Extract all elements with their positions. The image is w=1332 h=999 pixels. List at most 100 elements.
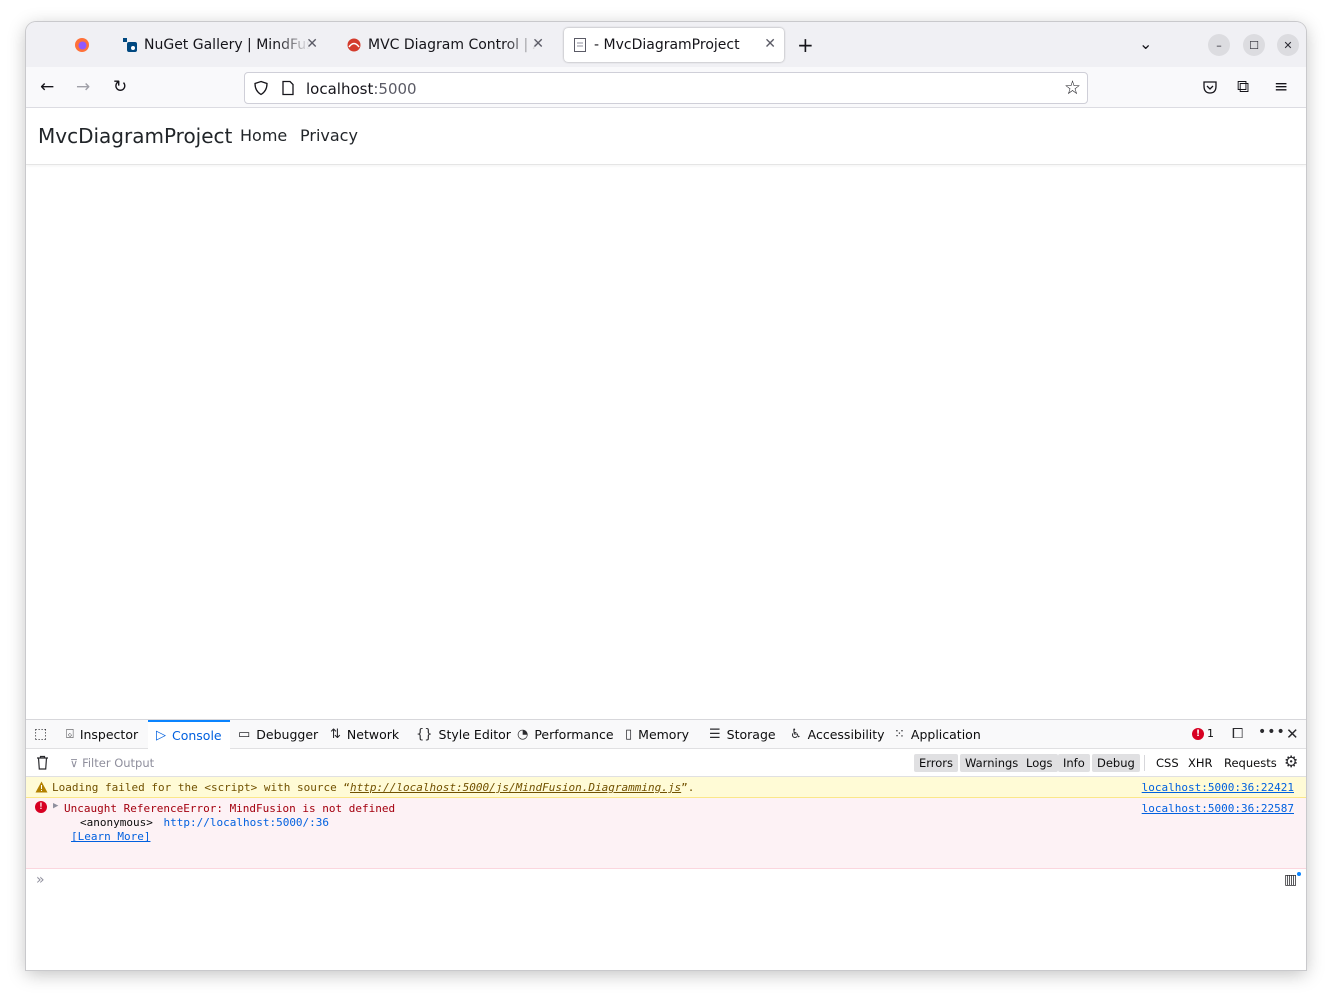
network-icon: ⇅ xyxy=(330,727,341,742)
tab-accessibility[interactable]: ♿ Accessibility xyxy=(790,720,885,749)
close-devtools-icon[interactable]: ✕ xyxy=(1286,725,1299,743)
element-picker-icon[interactable]: ⬚ xyxy=(34,726,47,742)
tab-label: Performance xyxy=(534,727,614,742)
firefox-view-button[interactable] xyxy=(74,28,98,62)
filter-info[interactable]: Info xyxy=(1058,754,1090,772)
more-options-icon[interactable]: ••• xyxy=(1258,724,1286,740)
tab-debugger[interactable]: ▭ Debugger xyxy=(238,720,318,749)
minimize-button[interactable]: – xyxy=(1208,34,1230,56)
storage-icon: ☰ xyxy=(709,727,721,742)
tab-title: - MvcDiagramProject xyxy=(594,37,740,53)
responsive-design-icon[interactable]: ⧠ xyxy=(1232,726,1243,742)
filter-css[interactable]: CSS xyxy=(1156,754,1179,772)
error-count-badge[interactable]: ! 1 xyxy=(1192,727,1214,740)
warning-source-link[interactable]: http://localhost:5000/js/MindFusion.Diag… xyxy=(350,781,681,794)
tab-label: Inspector xyxy=(79,727,139,742)
tab-memory[interactable]: ▯ Memory xyxy=(625,720,689,749)
learn-more-link[interactable]: [Learn More] xyxy=(71,830,150,843)
warning-location-link[interactable]: localhost:5000:36:22421 xyxy=(1142,781,1294,794)
error-location-link[interactable]: localhost:5000:36:22587 xyxy=(1142,802,1294,815)
inspector-icon: ⌺ xyxy=(66,727,74,742)
tab-title: MVC Diagram Control | A xyxy=(368,37,538,53)
tab-mvc-diagram[interactable]: MVC Diagram Control | A ✕ xyxy=(340,28,552,62)
bookmark-star-icon[interactable]: ☆ xyxy=(1064,77,1081,99)
site-header: MvcDiagramProject Home Privacy xyxy=(26,108,1306,165)
warning-icon xyxy=(35,781,48,793)
menu-icon[interactable]: ≡ xyxy=(1274,77,1288,97)
warning-text: Loading failed for the <script> with sou… xyxy=(52,781,694,794)
settings-gear-icon[interactable]: ⚙ xyxy=(1284,752,1298,771)
tab-strip: NuGet Gallery | MindFusi ✕ MVC Diagram C… xyxy=(26,22,1306,67)
tab-label: Storage xyxy=(726,727,776,742)
tab-label: Network xyxy=(346,727,400,742)
trash-icon[interactable] xyxy=(36,755,49,770)
pocket-icon[interactable] xyxy=(1202,79,1218,95)
tab-label: Debugger xyxy=(256,727,319,742)
tab-nuget[interactable]: NuGet Gallery | MindFusi ✕ xyxy=(116,28,326,62)
tab-mvc-project[interactable]: - MvcDiagramProject ✕ xyxy=(564,28,784,62)
filter-xhr[interactable]: XHR xyxy=(1188,754,1213,772)
url-host: localhost xyxy=(306,80,374,98)
mindfusion-icon xyxy=(347,38,361,52)
site-brand[interactable]: MvcDiagramProject xyxy=(38,124,232,148)
tab-label: Style Editor xyxy=(438,727,511,742)
maximize-button[interactable]: ☐ xyxy=(1243,34,1265,56)
console-error-message: ! ▶ Uncaught ReferenceError: MindFusion … xyxy=(26,798,1306,869)
extensions-icon[interactable]: ⧉ xyxy=(1237,77,1249,97)
application-icon: ⁙ xyxy=(894,727,905,742)
page-icon xyxy=(574,38,586,52)
tab-title: NuGet Gallery | MindFusi xyxy=(144,37,310,53)
nav-link-privacy[interactable]: Privacy xyxy=(300,126,358,145)
tab-application[interactable]: ⁙ Application xyxy=(894,720,981,749)
devtools-toolbar: ⬚ ⌺ Inspector ▷ Console ▭ Debugger ⇅ Network… xyxy=(26,720,1306,749)
close-icon[interactable]: ✕ xyxy=(532,36,544,52)
accessibility-icon: ♿ xyxy=(790,727,802,742)
tab-storage[interactable]: ☰ Storage xyxy=(709,720,776,749)
filter-logs[interactable]: Logs xyxy=(1021,754,1058,772)
nav-link-home[interactable]: Home xyxy=(240,126,287,145)
forward-icon[interactable]: → xyxy=(76,77,90,97)
error-icon: ! xyxy=(35,801,47,813)
page-info-icon[interactable] xyxy=(281,80,295,96)
tab-console[interactable]: ▷ Console xyxy=(148,720,230,749)
filter-icon: ⊽ xyxy=(70,756,79,770)
stack-function: <anonymous> xyxy=(80,816,153,829)
url-text[interactable]: localhost:5000 xyxy=(306,80,417,98)
back-icon[interactable]: ← xyxy=(40,77,54,97)
new-tab-icon[interactable]: + xyxy=(797,33,814,57)
navigation-toolbar: ← → ↻ localhost:5000 ☆ ⧉ ≡ xyxy=(26,67,1306,108)
tab-network[interactable]: ⇅ Network xyxy=(330,720,399,749)
style-editor-icon: {} xyxy=(416,727,433,742)
chevron-down-icon[interactable]: ⌄ xyxy=(1139,34,1152,53)
stack-location-link[interactable]: http://localhost:5000/:36 xyxy=(163,816,329,829)
tab-inspector[interactable]: ⌺ Inspector xyxy=(66,720,138,749)
filter-input[interactable]: ⊽ Filter Output xyxy=(58,753,918,773)
close-window-button[interactable]: ✕ xyxy=(1277,34,1299,56)
prompt-chevron-icon: » xyxy=(36,872,45,888)
reload-icon[interactable]: ↻ xyxy=(113,77,127,97)
error-text: Uncaught ReferenceError: MindFusion is n… xyxy=(64,802,396,815)
error-stack-frame: <anonymous> http://localhost:5000/:36 xyxy=(80,816,329,829)
close-icon[interactable]: ✕ xyxy=(306,36,318,52)
filter-requests[interactable]: Requests xyxy=(1224,754,1277,772)
warning-prefix: Loading failed for the <script> with sou… xyxy=(52,781,351,794)
filter-errors[interactable]: Errors xyxy=(914,754,959,772)
page-content: MvcDiagramProject Home Privacy xyxy=(26,108,1306,720)
tab-style-editor[interactable]: {} Style Editor xyxy=(416,720,511,749)
close-icon[interactable]: ✕ xyxy=(764,36,776,52)
shield-icon[interactable] xyxy=(253,80,269,96)
error-count: 1 xyxy=(1207,727,1214,740)
tab-performance[interactable]: ◔ Performance xyxy=(517,720,614,749)
tab-label: Memory xyxy=(638,727,689,742)
memory-icon: ▯ xyxy=(625,727,633,742)
console-warning-message: Loading failed for the <script> with sou… xyxy=(26,777,1306,798)
filter-warnings[interactable]: Warnings xyxy=(960,754,1024,772)
filter-debug[interactable]: Debug xyxy=(1092,754,1140,772)
url-bar[interactable]: localhost:5000 ☆ xyxy=(244,72,1088,104)
debugger-icon: ▭ xyxy=(238,727,251,742)
expand-triangle-icon[interactable]: ▶ xyxy=(53,801,58,811)
editor-mode-icon[interactable]: ▥ xyxy=(1284,872,1297,888)
firefox-icon xyxy=(75,38,89,52)
console-input[interactable]: » ▥ xyxy=(26,870,1306,894)
console-icon: ▷ xyxy=(156,728,166,743)
